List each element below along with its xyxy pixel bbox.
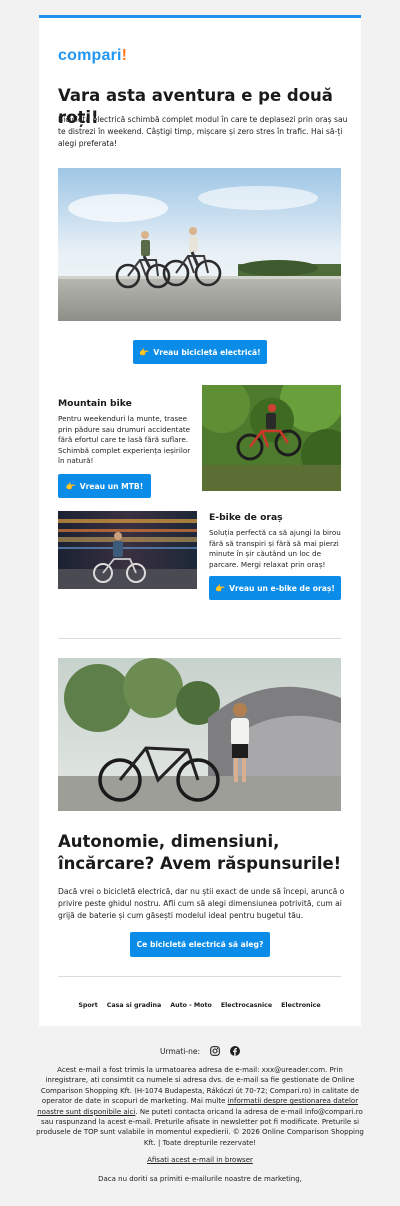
mtb-title: Mountain bike bbox=[58, 398, 132, 409]
category-nav: Sport Casa si gradina Auto - Moto Electr… bbox=[58, 1002, 341, 1009]
faq-title: Autonomie, dimensiuni, încărcare? Avem r… bbox=[58, 832, 342, 873]
city-bike-photo[interactable] bbox=[58, 511, 197, 589]
category-link-appliances[interactable]: Electrocasnice bbox=[221, 1002, 272, 1009]
category-link-auto-moto[interactable]: Auto - Moto bbox=[170, 1002, 212, 1009]
city-bike-text: Soluția perfectă ca să ajungi la birou f… bbox=[209, 528, 341, 569]
hero-photo[interactable] bbox=[58, 168, 341, 321]
faq-cta-button[interactable]: Ce bicicletă electrică să aleg? bbox=[130, 932, 270, 957]
hero-text: Bicicleta electrică schimbă complet modu… bbox=[58, 115, 348, 148]
categories-divider bbox=[58, 976, 341, 977]
mtb-photo[interactable] bbox=[202, 385, 341, 491]
city-bike-title: E-bike de oraș bbox=[209, 512, 283, 523]
compari-logo[interactable]: compari! bbox=[58, 47, 127, 65]
hero-cta-button[interactable]: 👉 Vreau bicicletă electrică! bbox=[133, 340, 267, 364]
facebook-icon[interactable] bbox=[229, 1046, 240, 1056]
pointing-hand-icon: 👉 bbox=[215, 583, 226, 593]
faq-text: Dacă vrei o bicicletă electrică, dar nu … bbox=[58, 887, 345, 920]
instagram-icon[interactable] bbox=[210, 1046, 220, 1056]
view-in-browser-link[interactable]: Afisati acest e-mail in browser bbox=[0, 1156, 400, 1164]
email-card: compari! Vara asta aventura e pe două ro… bbox=[39, 15, 361, 1026]
category-link-electronics[interactable]: Electronice bbox=[281, 1002, 321, 1009]
mtb-text: Pentru weekenduri la munte, trasee prin … bbox=[58, 414, 191, 466]
social-row: Urmati-ne: bbox=[0, 1046, 400, 1056]
pointing-hand-icon: 👉 bbox=[139, 347, 150, 357]
woman-with-bike-photo[interactable] bbox=[58, 658, 341, 811]
legal-footer: Acest e-mail a fost trimis la urmatoarea… bbox=[36, 1066, 364, 1147]
category-link-sport[interactable]: Sport bbox=[78, 1002, 97, 1009]
follow-label: Urmati-ne: bbox=[160, 1046, 200, 1056]
city-bike-cta-button[interactable]: 👉 Vreau un e-bike de oraș! bbox=[209, 576, 341, 600]
unsubscribe-text: Daca nu doriti sa primiti e-mailurile no… bbox=[98, 1175, 302, 1183]
section-divider bbox=[58, 638, 341, 639]
pointing-hand-icon: 👉 bbox=[65, 481, 76, 491]
mtb-cta-button[interactable]: 👉 Vreau un MTB! bbox=[58, 474, 151, 498]
category-link-home-garden[interactable]: Casa si gradina bbox=[107, 1002, 161, 1009]
